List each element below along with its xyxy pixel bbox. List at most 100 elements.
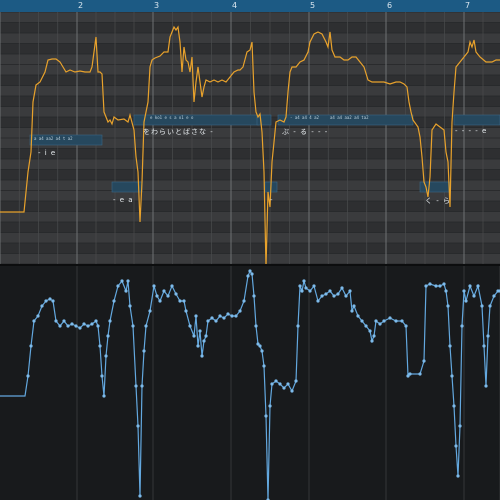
control-point[interactable] [250,272,254,276]
piano-roll-canvas[interactable] [0,12,500,264]
control-point[interactable] [198,329,202,333]
control-point[interactable] [480,304,484,308]
control-point[interactable] [32,319,36,323]
control-point[interactable] [36,314,40,318]
control-point[interactable] [486,334,490,338]
control-point[interactable] [204,334,208,338]
control-point[interactable] [324,292,328,296]
control-point[interactable] [108,319,112,323]
control-point[interactable] [218,314,222,318]
control-point[interactable] [58,324,62,328]
control-point[interactable] [316,299,320,303]
control-point[interactable] [304,286,308,290]
control-point[interactable] [476,284,480,288]
control-point[interactable] [66,324,70,328]
control-point[interactable] [260,349,264,353]
control-point[interactable] [444,289,448,293]
control-point[interactable] [368,329,372,333]
control-point[interactable] [274,379,278,383]
control-point[interactable] [268,404,272,408]
control-point[interactable] [106,334,110,338]
control-point[interactable] [488,304,492,308]
note-lyric-8[interactable]: - - - - e [455,127,487,135]
control-point[interactable] [162,289,166,293]
control-point[interactable] [246,274,250,278]
control-point[interactable] [492,294,496,298]
control-point[interactable] [26,374,30,378]
control-point[interactable] [278,382,282,386]
control-point[interactable] [188,324,192,328]
control-point[interactable] [174,292,178,296]
control-point[interactable] [54,319,58,323]
note-block[interactable] [256,114,272,126]
control-point[interactable] [144,324,148,328]
control-point[interactable] [340,286,344,290]
control-point[interactable] [120,279,124,283]
control-point[interactable] [148,309,152,313]
control-point[interactable] [298,284,302,288]
control-point[interactable] [394,319,398,323]
control-point[interactable] [48,297,52,301]
control-point[interactable] [158,299,162,303]
control-point[interactable] [86,324,90,328]
control-point[interactable] [422,359,426,363]
note-lyric-7[interactable]: く - ら [425,196,451,206]
control-point[interactable] [258,344,262,348]
note-block[interactable] [111,181,143,193]
control-point[interactable] [468,284,472,288]
control-point[interactable] [128,304,132,308]
control-point[interactable] [226,312,230,316]
control-point[interactable] [356,314,360,318]
control-point[interactable] [248,269,252,273]
parameter-curve[interactable] [0,269,500,500]
control-point[interactable] [482,344,486,348]
control-point[interactable] [262,364,266,368]
control-point[interactable] [382,319,386,323]
control-point[interactable] [428,282,432,286]
control-point[interactable] [360,319,364,323]
control-point[interactable] [252,294,256,298]
control-point[interactable] [424,284,428,288]
control-point[interactable] [472,294,476,298]
control-point[interactable] [372,334,376,338]
control-point[interactable] [40,304,44,308]
note-lyric-1[interactable]: - i e [38,149,56,157]
note-lyric-3[interactable]: をわらいとばさな - [143,127,214,137]
control-point[interactable] [140,384,144,388]
control-point[interactable] [290,389,294,393]
control-point[interactable] [214,319,218,323]
control-point[interactable] [286,382,290,386]
control-point[interactable] [302,279,306,283]
control-point[interactable] [404,324,408,328]
control-point[interactable] [170,284,174,288]
control-point[interactable] [300,289,304,293]
control-point[interactable] [196,344,200,348]
note-lyric-2[interactable]: - e a [113,196,134,204]
control-point[interactable] [96,324,100,328]
control-point[interactable] [460,324,464,328]
control-point[interactable] [166,294,170,298]
control-point[interactable] [202,339,206,343]
control-point[interactable] [238,309,242,313]
control-point[interactable] [456,474,460,478]
control-point[interactable] [438,284,442,288]
control-point[interactable] [400,319,404,323]
control-point[interactable] [434,284,438,288]
control-point[interactable] [182,299,186,303]
control-point[interactable] [210,316,214,320]
control-point[interactable] [374,319,378,323]
control-point[interactable] [178,299,182,303]
control-point[interactable] [442,282,446,286]
control-point[interactable] [152,284,156,288]
control-point[interactable] [264,414,268,418]
control-point[interactable] [51,299,55,303]
control-point[interactable] [344,294,348,298]
control-point[interactable] [206,319,210,323]
note-lyric-4[interactable]: - [270,196,274,204]
control-point[interactable] [29,344,33,348]
control-point[interactable] [332,294,336,298]
control-point[interactable] [282,386,286,390]
control-point[interactable] [136,424,140,428]
control-point[interactable] [82,322,86,326]
control-point[interactable] [270,382,274,386]
